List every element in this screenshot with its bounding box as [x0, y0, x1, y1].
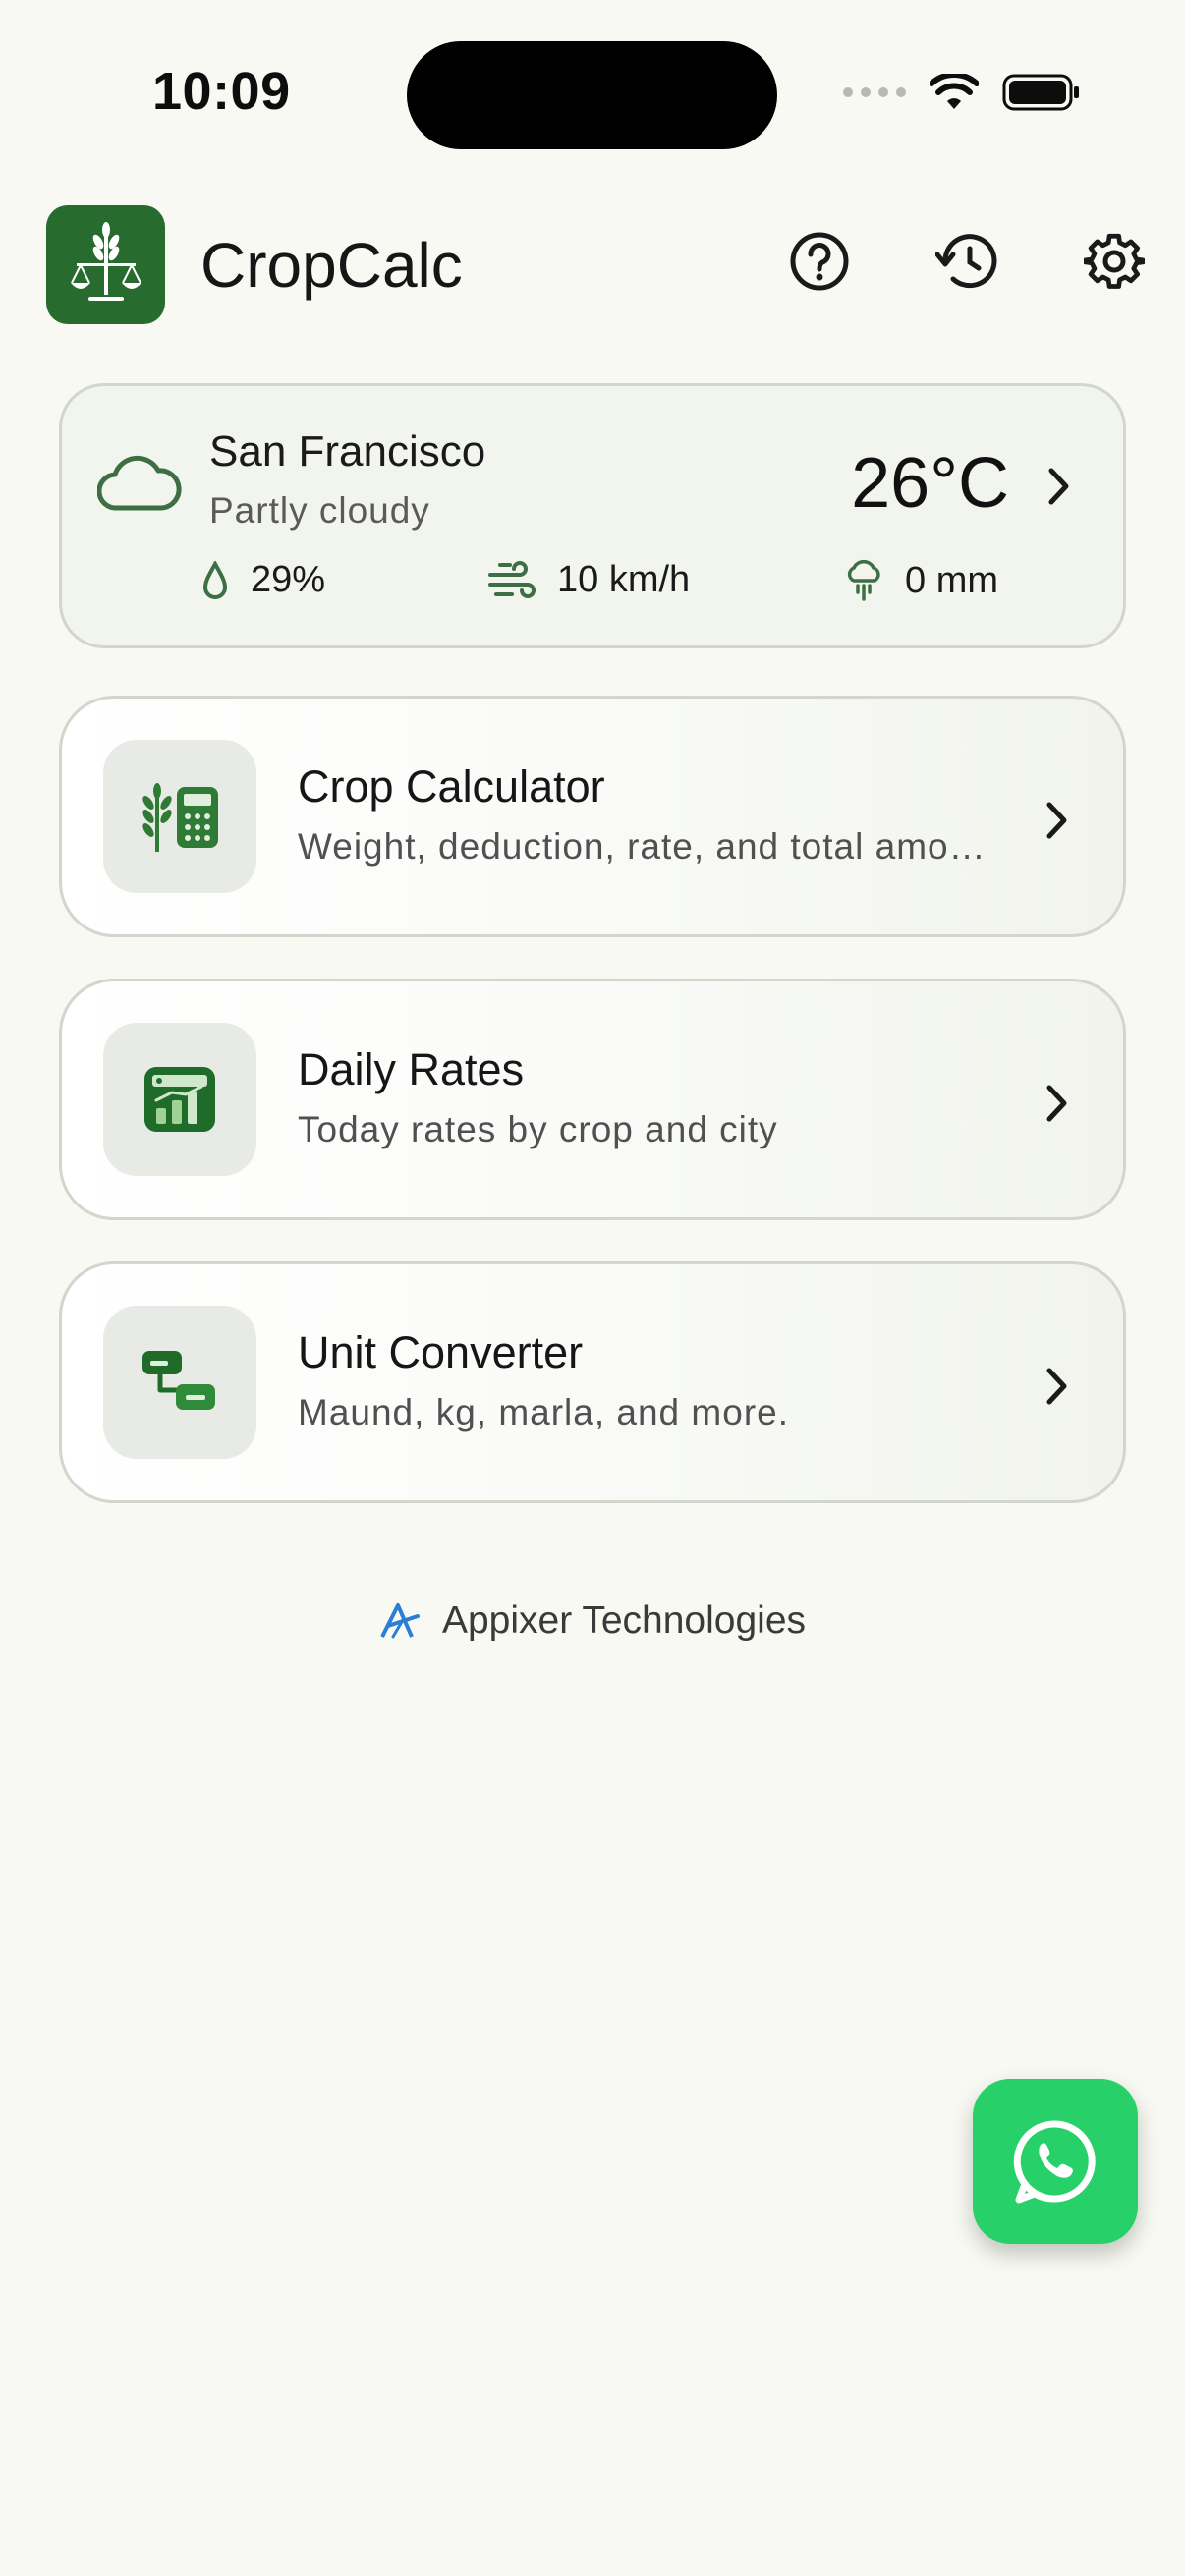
daily-rates-card[interactable]: Daily Rates Today rates by crop and city: [59, 979, 1126, 1220]
droplet-icon: [202, 560, 228, 599]
history-button[interactable]: [934, 229, 999, 294]
feature-title: Unit Converter: [298, 1327, 584, 1377]
crop-calculator-card[interactable]: Crop Calculator Weight, deduction, rate,…: [59, 696, 1126, 937]
weather-city: San Francisco: [209, 427, 486, 476]
app-header: CropCalc: [46, 205, 1147, 324]
unit-converter-card[interactable]: Unit Converter Maund, kg, marla, and mor…: [59, 1261, 1126, 1503]
chevron-right-icon: [1046, 1368, 1067, 1405]
settings-button[interactable]: [1082, 229, 1147, 294]
chevron-right-icon: [1048, 468, 1069, 505]
humidity-stat: 29%: [201, 559, 325, 601]
feature-subtitle: Weight, deduction, rate, and total amoun…: [298, 826, 995, 867]
convert-icon: [103, 1306, 256, 1459]
wind-stat: 10 km/h: [486, 559, 690, 601]
feature-subtitle: Maund, kg, marla, and more.: [298, 1392, 789, 1432]
cellular-signal-icon: [843, 87, 906, 97]
weather-temperature: 26°C: [851, 444, 1009, 523]
weather-card[interactable]: San Francisco Partly cloudy 26°C 29% 10 …: [59, 383, 1126, 648]
feature-title: Crop Calculator: [298, 761, 605, 812]
brand-footer[interactable]: Appixer Technologies: [0, 1599, 1185, 1643]
whatsapp-button[interactable]: [973, 2079, 1138, 2244]
wind-icon: [488, 560, 536, 598]
wheat-calculator-icon: [103, 740, 256, 893]
chevron-right-icon: [1046, 802, 1067, 839]
header-actions: [787, 229, 1147, 294]
help-button[interactable]: [787, 229, 852, 294]
feature-title: Daily Rates: [298, 1044, 525, 1094]
precipitation-value: 0 mm: [905, 559, 998, 601]
feature-subtitle: Today rates by crop and city: [298, 1109, 778, 1149]
help-icon: [790, 232, 849, 291]
rain-cloud-icon: [847, 559, 880, 601]
precipitation-stat: 0 mm: [844, 559, 998, 602]
wind-value: 10 km/h: [557, 559, 691, 600]
wifi-icon: [930, 74, 979, 109]
brand-name: Appixer Technologies: [441, 1599, 807, 1642]
chevron-right-icon: [1046, 1085, 1067, 1122]
status-time: 10:09: [152, 62, 291, 121]
weather-condition: Partly cloudy: [209, 490, 430, 531]
whatsapp-icon: [1013, 2120, 1096, 2204]
cloud-icon: [97, 455, 182, 511]
status-indicators: [843, 73, 1081, 112]
gear-icon: [1084, 233, 1145, 289]
humidity-value: 29%: [251, 559, 326, 600]
battery-icon: [1002, 74, 1079, 111]
rates-chart-icon: [103, 1023, 256, 1176]
scale-wheat-logo-icon: [46, 205, 165, 324]
history-icon: [935, 234, 997, 289]
appixer-logo-icon: [380, 1603, 420, 1639]
home-screen: 10:09 CropCalc San Francisco Partly clou…: [0, 0, 1185, 2576]
app-title: CropCalc: [200, 229, 463, 301]
dynamic-island: [407, 41, 777, 149]
